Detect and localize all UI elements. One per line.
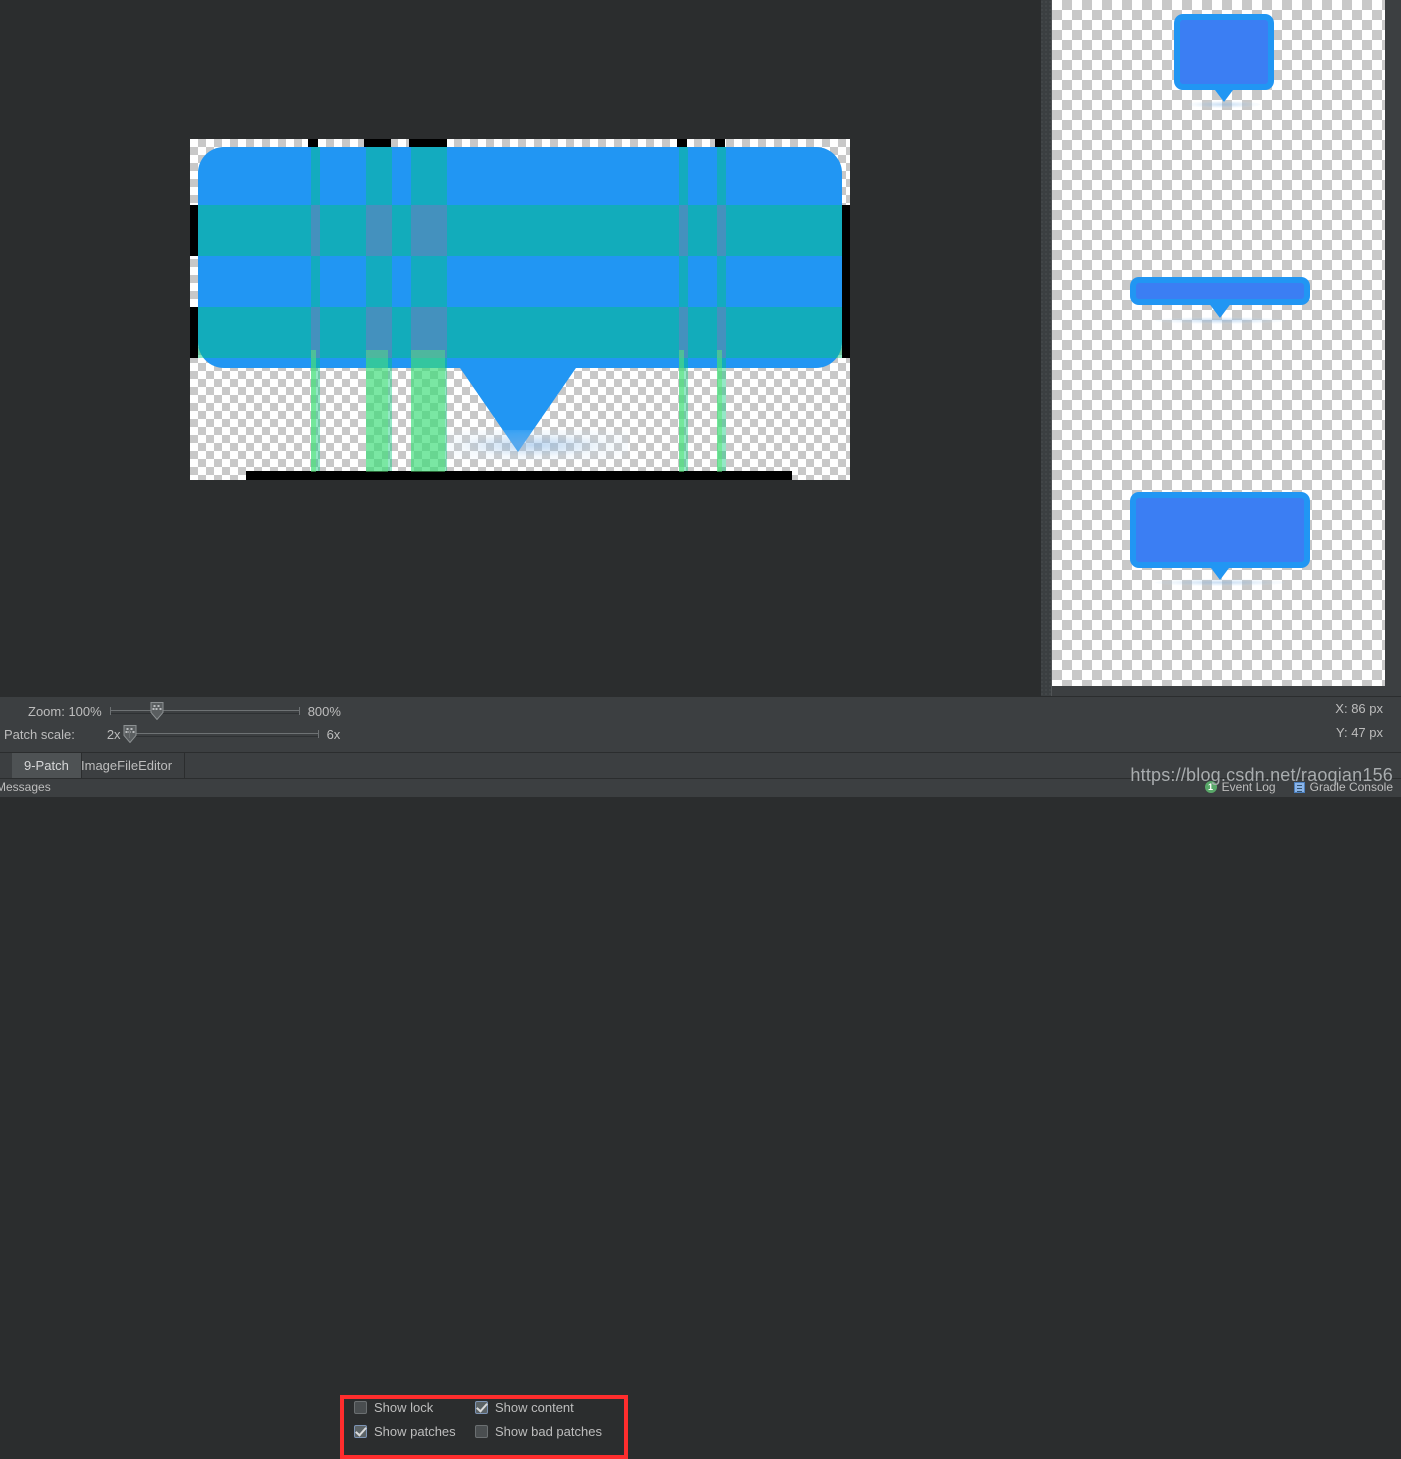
- checkbox-box[interactable]: [475, 1425, 488, 1438]
- checkbox-show-bad-patches[interactable]: Show bad patches: [475, 1424, 602, 1439]
- preview-panel: [1052, 0, 1401, 696]
- patch-intersection: [311, 205, 320, 256]
- cursor-y-readout: Y: 47 px: [1336, 725, 1383, 740]
- patch-intersection: [717, 205, 726, 256]
- patch-scale-slider-row: Patch scale: 2x 6x: [4, 723, 340, 745]
- patch-intersection: [411, 205, 447, 256]
- status-right-group: 1 Event Log Gradle Console: [1204, 780, 1393, 794]
- content-overlay-column: [311, 350, 316, 472]
- patch-marker-top[interactable]: [715, 139, 725, 147]
- console-icon: [1293, 781, 1305, 793]
- content-overlay-column: [679, 350, 684, 472]
- zoom-max-label: 800%: [307, 703, 341, 719]
- patch-scale-slider-knob[interactable]: [123, 725, 137, 743]
- tab-image-file-editor[interactable]: ImageFileEditor: [69, 753, 186, 778]
- checkbox-show-patches[interactable]: Show patches: [354, 1424, 456, 1439]
- gradle-console-item[interactable]: Gradle Console: [1293, 780, 1393, 794]
- checkbox-box[interactable]: [475, 1401, 488, 1414]
- zoom-slider-row: Zoom: 100% 800%: [28, 700, 341, 722]
- patch-marker-left[interactable]: [190, 307, 198, 358]
- bubble-body: [1174, 14, 1274, 90]
- patch-band-horizontal: [198, 205, 842, 256]
- nine-patch-editor-canvas[interactable]: [0, 0, 1041, 696]
- nine-patch-editor-window: Zoom: 100% 800% Patch scale: 2x 6x Show …: [0, 0, 1401, 1459]
- bubble-shadow: [438, 430, 628, 460]
- patch-scale-slider-track[interactable]: [123, 725, 319, 743]
- zoom-label: Zoom: 100%: [28, 703, 102, 719]
- checkbox-box[interactable]: [354, 1425, 367, 1438]
- patch-marker-top[interactable]: [409, 139, 447, 147]
- status-bar: Messages 1 Event Log Gradle Console: [0, 778, 1401, 797]
- bubble-shadow: [1188, 101, 1260, 108]
- checkbox-label: Show bad patches: [495, 1424, 602, 1439]
- event-log-label: Event Log: [1221, 780, 1276, 794]
- checkbox-label: Show lock: [374, 1400, 434, 1415]
- bubble-inner: [1180, 20, 1268, 84]
- messages-label[interactable]: Messages: [0, 780, 51, 794]
- content-overlay-column: [366, 350, 388, 472]
- patch-scale-max-label: 6x: [326, 726, 341, 742]
- bubble-shadow: [1155, 579, 1285, 586]
- patch-intersection: [679, 205, 688, 256]
- checkbox-show-lock[interactable]: Show lock: [354, 1400, 433, 1415]
- cursor-x-readout: X: 86 px: [1335, 701, 1383, 716]
- preview-bubble-thin: [1130, 277, 1310, 324]
- bubble-inner: [1136, 498, 1304, 562]
- content-overlay-column: [411, 350, 445, 472]
- event-count-badge: 1: [1204, 781, 1217, 793]
- bubble-body: [1130, 492, 1310, 568]
- editor-controls-bar: Zoom: 100% 800% Patch scale: 2x 6x Show …: [0, 696, 1401, 1459]
- nine-patch-artwork: [198, 147, 842, 472]
- event-log-item[interactable]: 1 Event Log: [1204, 780, 1276, 794]
- slider-endcap: [317, 730, 319, 738]
- bubble-body: [1130, 277, 1310, 305]
- slider-knob-icon: [123, 725, 137, 743]
- zoom-slider-knob[interactable]: [150, 702, 164, 720]
- patch-scale-label: Patch scale:: [4, 726, 75, 742]
- patch-marker-top[interactable]: [677, 139, 687, 147]
- zoom-slider-track[interactable]: [109, 702, 300, 720]
- bubble-tail: [1208, 302, 1232, 318]
- checkbox-box[interactable]: [354, 1401, 367, 1414]
- slider-knob-icon: [150, 702, 164, 720]
- patch-marker-top[interactable]: [364, 139, 391, 147]
- nine-patch-image[interactable]: [190, 139, 850, 480]
- editor-tab-bar: 9-Patch ImageFileEditor: [0, 752, 1401, 779]
- bubble-shadow: [1155, 317, 1285, 324]
- bubble-inner: [1136, 283, 1304, 299]
- gradle-console-label: Gradle Console: [1309, 780, 1393, 794]
- content-overlay-column: [717, 350, 722, 472]
- patch-marker-top[interactable]: [308, 139, 318, 147]
- content-marker-right[interactable]: [842, 205, 850, 358]
- patch-scale-min-label: 2x: [106, 726, 121, 742]
- preview-bubble-small: [1174, 14, 1274, 108]
- checkbox-label: Show content: [495, 1400, 574, 1415]
- panel-splitter[interactable]: [1041, 0, 1052, 696]
- checkbox-label: Show patches: [374, 1424, 456, 1439]
- content-marker-bottom[interactable]: [246, 471, 792, 480]
- preview-bubble-wide: [1130, 492, 1310, 587]
- patch-marker-left[interactable]: [190, 205, 198, 256]
- patch-band-horizontal: [198, 307, 842, 358]
- patch-intersection: [366, 205, 392, 256]
- bubble-tail: [1208, 564, 1232, 580]
- checkbox-show-content[interactable]: Show content: [475, 1400, 574, 1415]
- bubble-tail: [1212, 86, 1236, 102]
- slider-endcap: [298, 707, 300, 715]
